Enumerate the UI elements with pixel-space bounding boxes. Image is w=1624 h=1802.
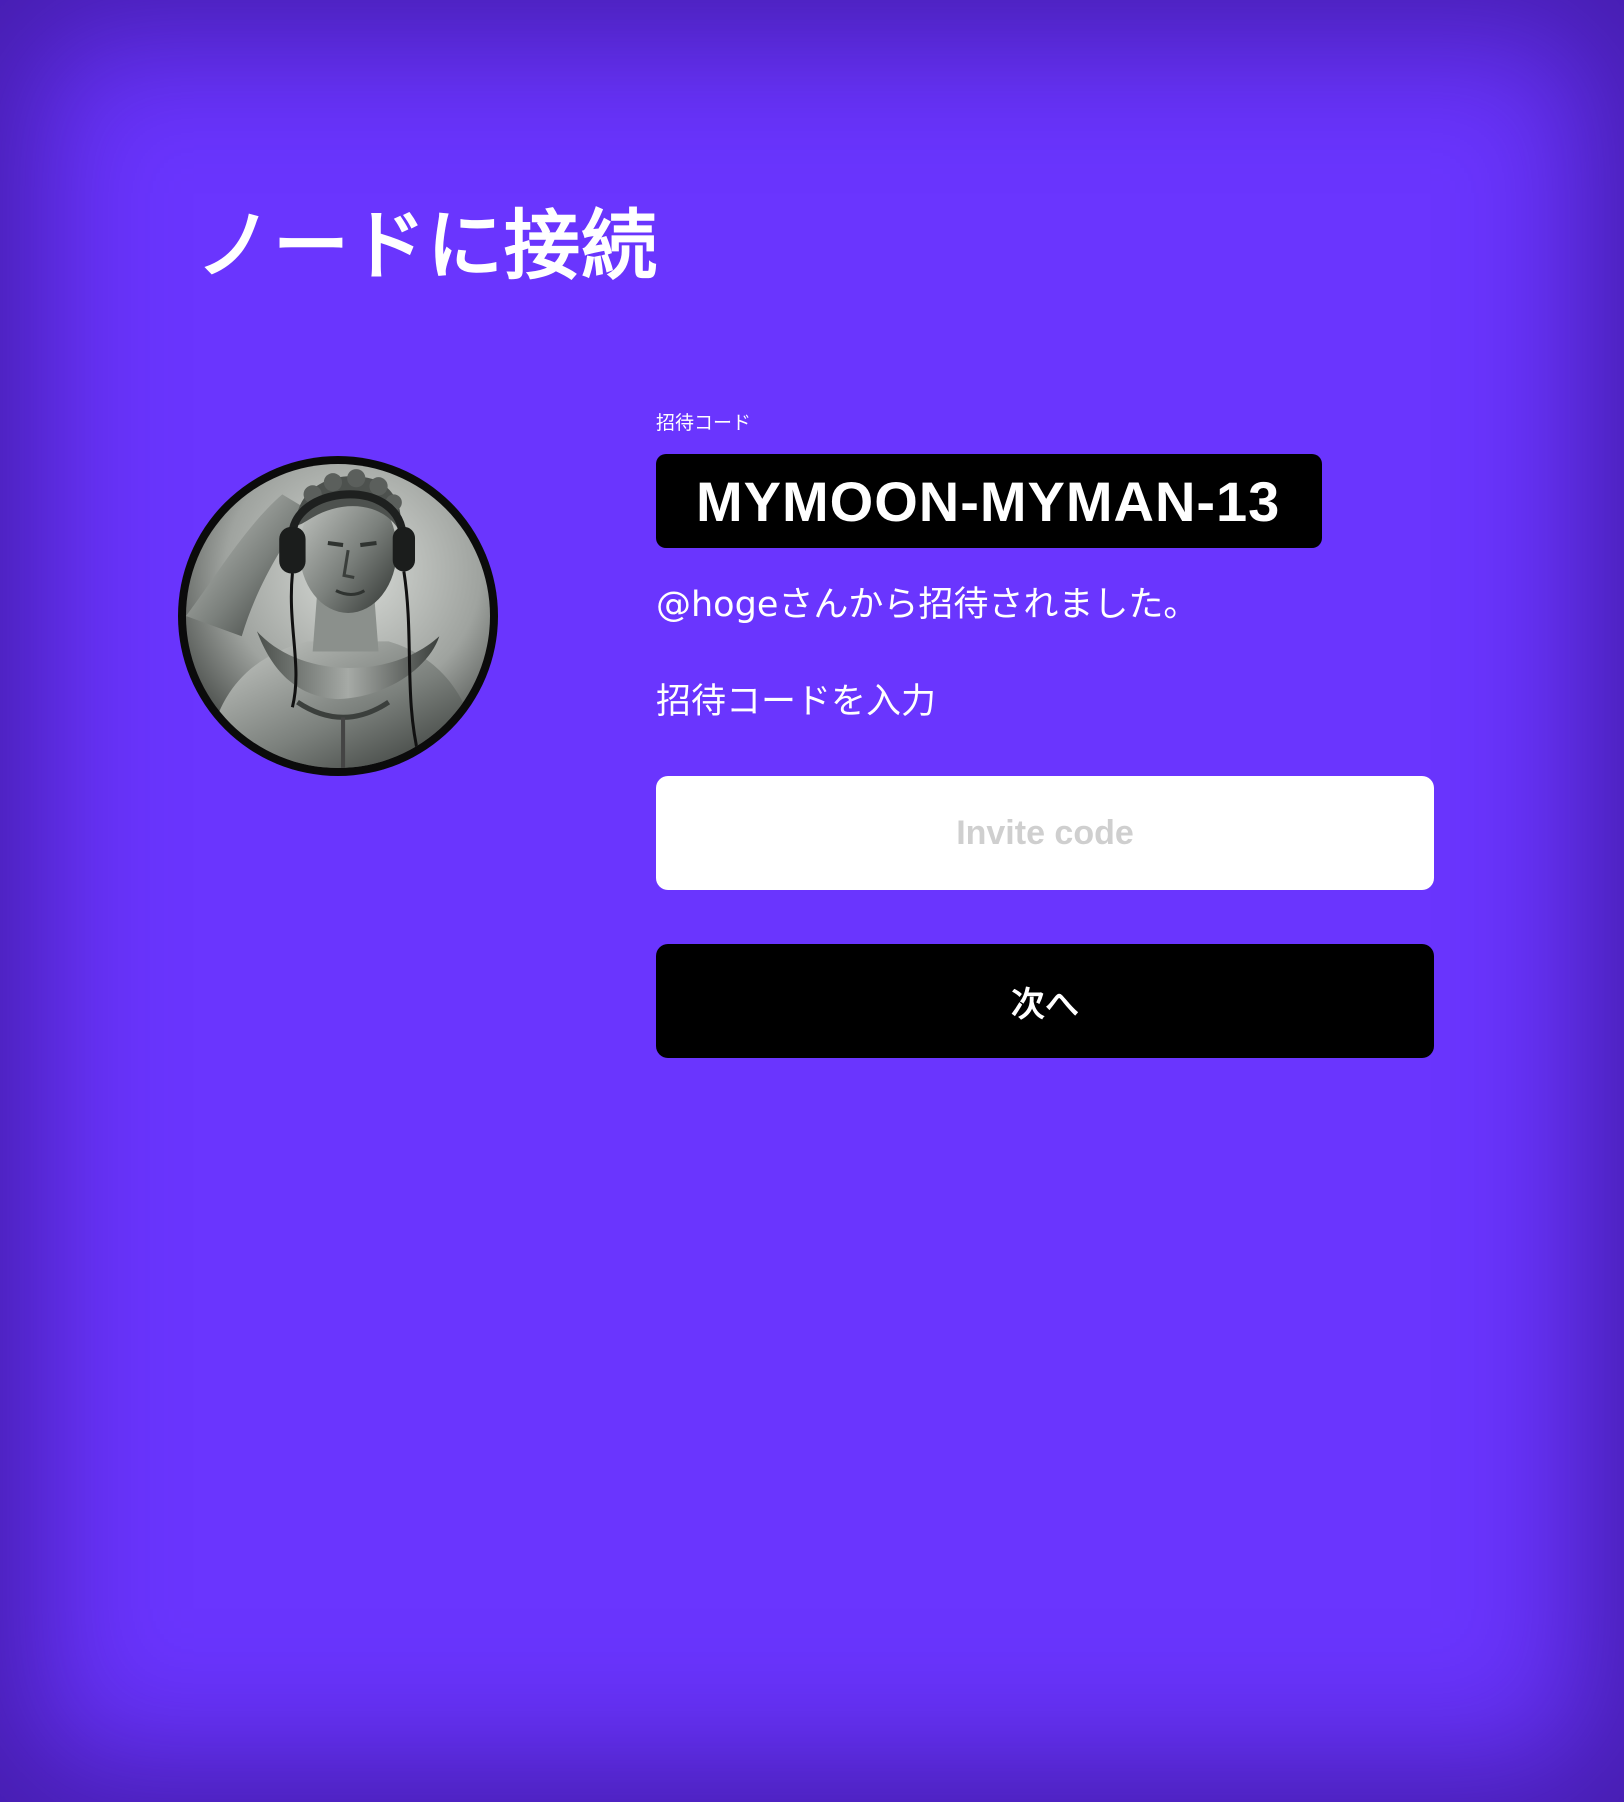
statue-avatar-icon — [186, 464, 490, 768]
invite-code-badge: MYMOON-MYMAN-13 — [656, 454, 1323, 548]
page-title: ノードに接続 — [196, 201, 658, 290]
invite-code-caption: 招待コード — [656, 412, 752, 434]
inviter-avatar — [178, 456, 498, 776]
invited-by-message: @hogeさんから招待されました。 — [656, 585, 1199, 625]
invite-code-prompt-label: 招待コードを入力 — [656, 682, 937, 722]
next-button[interactable]: 次へ — [656, 944, 1434, 1058]
invite-code-input[interactable] — [656, 776, 1434, 890]
